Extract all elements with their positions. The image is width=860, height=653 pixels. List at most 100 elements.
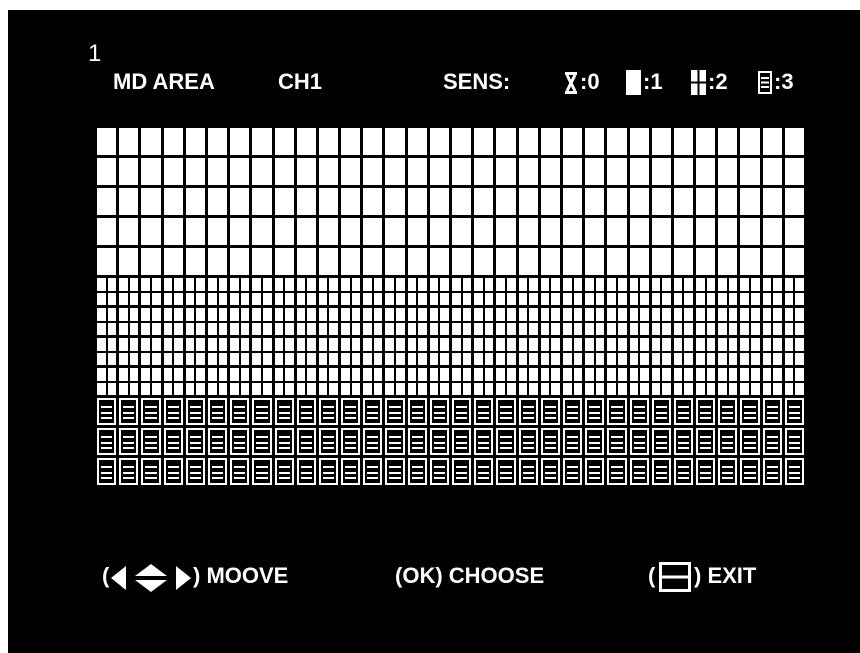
grid-cell[interactable] (230, 338, 250, 365)
grid-cell[interactable] (496, 158, 516, 185)
grid-cell[interactable] (119, 398, 139, 425)
grid-cell[interactable] (696, 458, 716, 485)
grid-cell[interactable] (540, 248, 560, 275)
grid-cell[interactable] (318, 398, 339, 425)
grid-cell[interactable] (474, 278, 494, 305)
grid-cell[interactable] (97, 248, 117, 275)
grid-cell[interactable] (141, 338, 161, 365)
grid-cell[interactable] (207, 218, 228, 245)
grid-cell[interactable] (496, 458, 516, 485)
grid-cell[interactable] (318, 188, 339, 215)
grid-cell[interactable] (762, 428, 782, 455)
grid-cell[interactable] (207, 368, 228, 395)
grid-cell[interactable] (163, 128, 183, 155)
grid-cell[interactable] (629, 278, 649, 305)
grid-cell[interactable] (341, 398, 361, 425)
grid-cell[interactable] (784, 398, 804, 425)
grid-cell[interactable] (740, 428, 760, 455)
grid-cell[interactable] (784, 338, 804, 365)
grid-cell[interactable] (718, 458, 738, 485)
grid-cell[interactable] (252, 218, 272, 245)
grid-cell[interactable] (429, 338, 449, 365)
grid-cell[interactable] (385, 158, 405, 185)
grid-cell[interactable] (474, 308, 494, 335)
grid-cell[interactable] (407, 428, 427, 455)
grid-cell[interactable] (585, 368, 605, 395)
grid-cell[interactable] (762, 338, 782, 365)
grid-cell[interactable] (429, 368, 449, 395)
grid-cell[interactable] (740, 218, 760, 245)
grid-cell[interactable] (518, 458, 538, 485)
grid-cell[interactable] (296, 158, 316, 185)
grid-cell[interactable] (363, 338, 383, 365)
grid-cell[interactable] (163, 458, 183, 485)
grid-cell[interactable] (673, 398, 694, 425)
grid-cell[interactable] (651, 368, 671, 395)
grid-cell[interactable] (274, 218, 294, 245)
grid-cell[interactable] (296, 338, 316, 365)
grid-cell[interactable] (474, 248, 494, 275)
grid-cell[interactable] (629, 218, 649, 245)
grid-cell[interactable] (740, 368, 760, 395)
grid-cell[interactable] (696, 158, 716, 185)
grid-cell[interactable] (762, 248, 782, 275)
grid-cell[interactable] (629, 248, 649, 275)
grid-cell[interactable] (740, 158, 760, 185)
grid-cell[interactable] (518, 308, 538, 335)
grid-cell[interactable] (474, 398, 494, 425)
grid-cell[interactable] (141, 278, 161, 305)
grid-cell[interactable] (540, 128, 560, 155)
grid-cell[interactable] (318, 338, 339, 365)
grid-cell[interactable] (740, 398, 760, 425)
grid-cell[interactable] (274, 458, 294, 485)
grid-cell[interactable] (562, 218, 583, 245)
grid-cell[interactable] (318, 128, 339, 155)
grid-cell[interactable] (207, 338, 228, 365)
grid-cell[interactable] (97, 458, 117, 485)
grid-cell[interactable] (762, 398, 782, 425)
grid-cell[interactable] (429, 458, 449, 485)
grid-cell[interactable] (207, 158, 228, 185)
grid-cell[interactable] (496, 308, 516, 335)
grid-cell[interactable] (673, 458, 694, 485)
grid-cell[interactable] (163, 188, 183, 215)
grid-cell[interactable] (452, 158, 472, 185)
grid-cell[interactable] (696, 128, 716, 155)
grid-cell[interactable] (119, 218, 139, 245)
grid-cell[interactable] (318, 218, 339, 245)
grid-cell[interactable] (562, 338, 583, 365)
grid-cell[interactable] (185, 218, 205, 245)
grid-cell[interactable] (97, 338, 117, 365)
grid-cell[interactable] (141, 458, 161, 485)
grid-cell[interactable] (629, 458, 649, 485)
grid-cell[interactable] (607, 368, 627, 395)
md-area-grid[interactable] (97, 128, 807, 488)
grid-cell[interactable] (207, 428, 228, 455)
grid-cell[interactable] (784, 158, 804, 185)
grid-cell[interactable] (341, 428, 361, 455)
grid-cell[interactable] (607, 458, 627, 485)
grid-cell[interactable] (629, 158, 649, 185)
grid-cell[interactable] (296, 248, 316, 275)
grid-cell[interactable] (496, 368, 516, 395)
grid-cell[interactable] (540, 338, 560, 365)
grid-cell[interactable] (385, 308, 405, 335)
grid-cell[interactable] (562, 278, 583, 305)
grid-cell[interactable] (363, 248, 383, 275)
grid-cell[interactable] (452, 128, 472, 155)
grid-cell[interactable] (629, 338, 649, 365)
grid-cell[interactable] (740, 338, 760, 365)
grid-cell[interactable] (607, 278, 627, 305)
grid-cell[interactable] (651, 338, 671, 365)
grid-cell[interactable] (718, 128, 738, 155)
grid-cell[interactable] (141, 188, 161, 215)
grid-cell[interactable] (696, 398, 716, 425)
grid-cell[interactable] (518, 158, 538, 185)
grid-cell[interactable] (607, 158, 627, 185)
grid-cell[interactable] (185, 338, 205, 365)
grid-cell[interactable] (252, 458, 272, 485)
grid-cell[interactable] (296, 428, 316, 455)
grid-cell[interactable] (385, 278, 405, 305)
grid-cell[interactable] (341, 128, 361, 155)
grid-cell[interactable] (740, 128, 760, 155)
